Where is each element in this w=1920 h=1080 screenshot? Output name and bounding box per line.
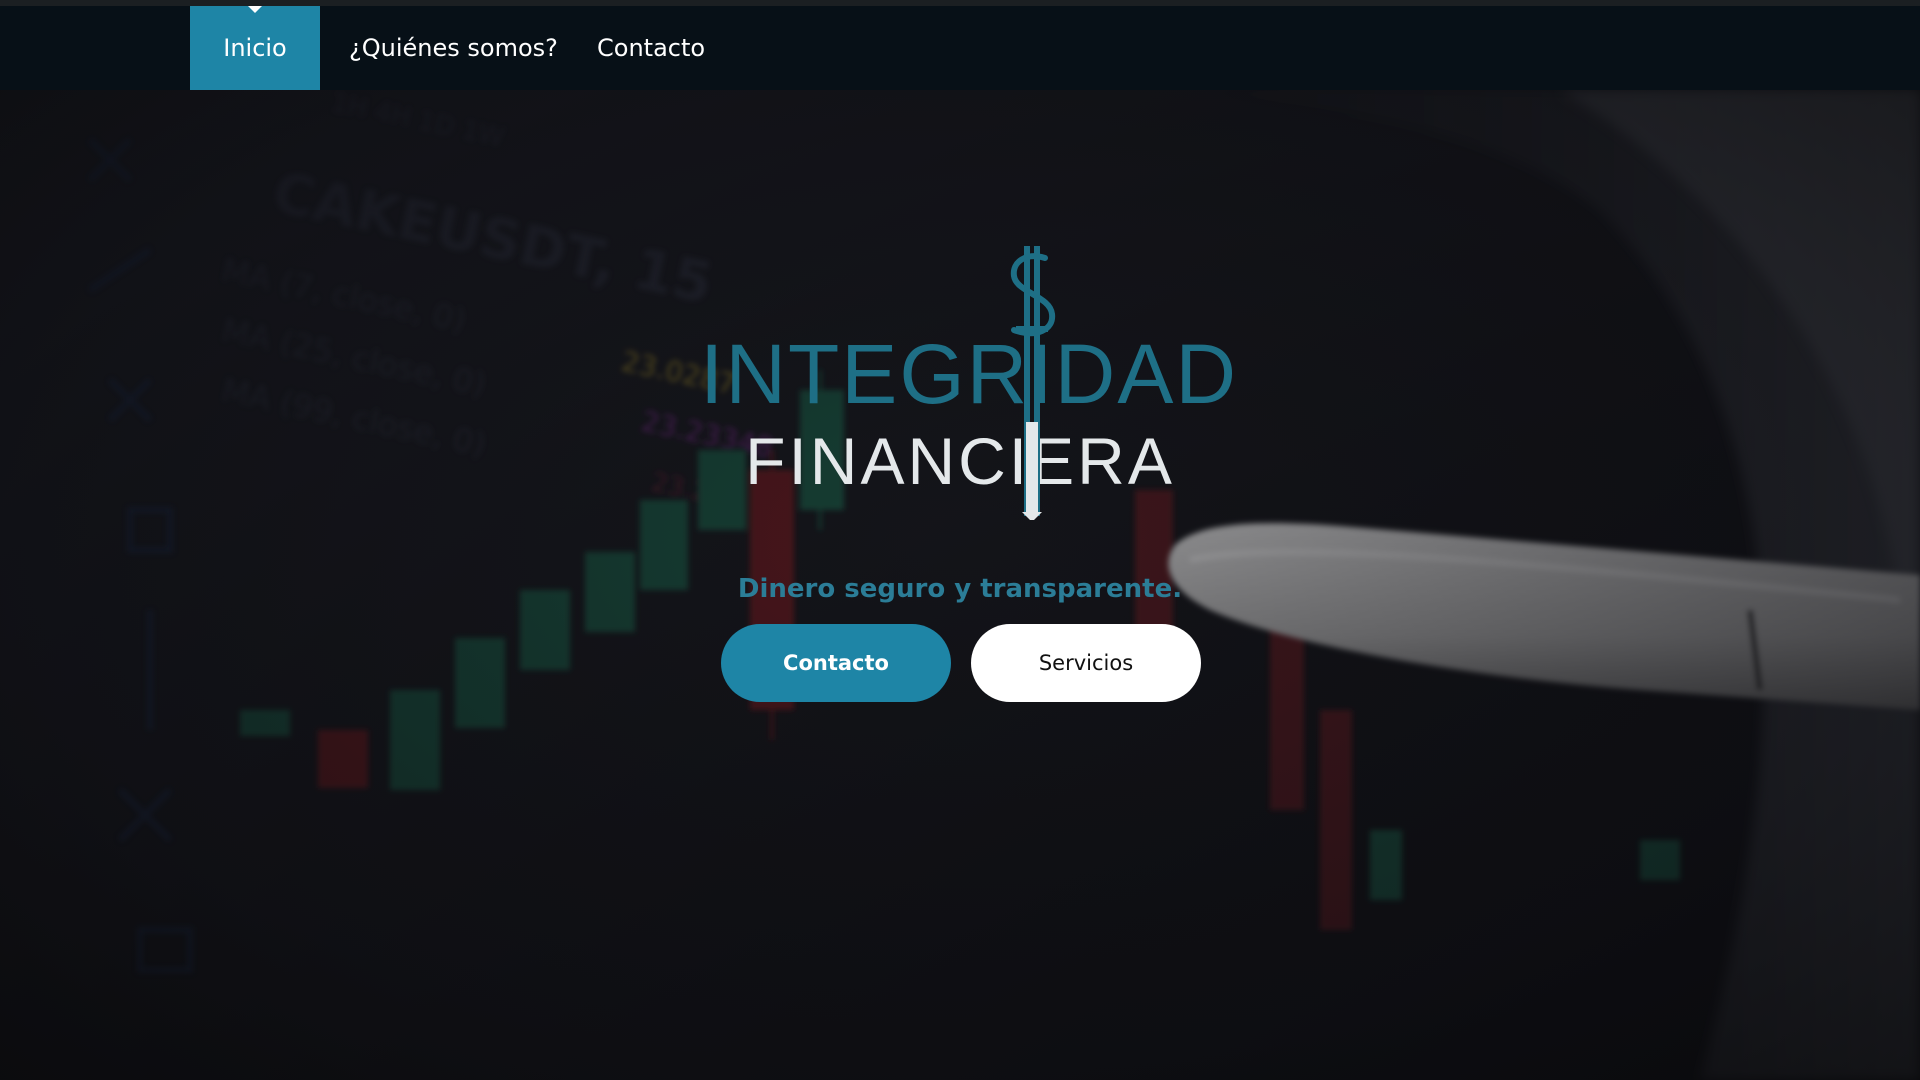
nav-item-quienes-somos[interactable]: ¿Quiénes somos? bbox=[349, 6, 558, 90]
nav-item-contacto[interactable]: Contacto bbox=[597, 6, 705, 90]
integridad-financiera-logo: INTEGRIDAD FINANCIERA bbox=[700, 240, 1236, 520]
nav-item-label: Contacto bbox=[597, 34, 706, 62]
nav-item-label: ¿Quiénes somos? bbox=[349, 34, 558, 62]
hero-tagline: Dinero seguro y transparente. bbox=[737, 574, 1183, 604]
nav-item-label: Inicio bbox=[223, 34, 287, 62]
servicios-button[interactable]: Servicios bbox=[971, 624, 1201, 702]
contacto-button[interactable]: Contacto bbox=[721, 624, 951, 702]
dollar-sword-icon bbox=[1010, 246, 1056, 520]
active-caret-icon bbox=[248, 6, 262, 13]
top-navigation: Inicio ¿Quiénes somos? Contacto bbox=[0, 0, 1920, 90]
nav-item-inicio[interactable]: Inicio bbox=[190, 6, 320, 90]
